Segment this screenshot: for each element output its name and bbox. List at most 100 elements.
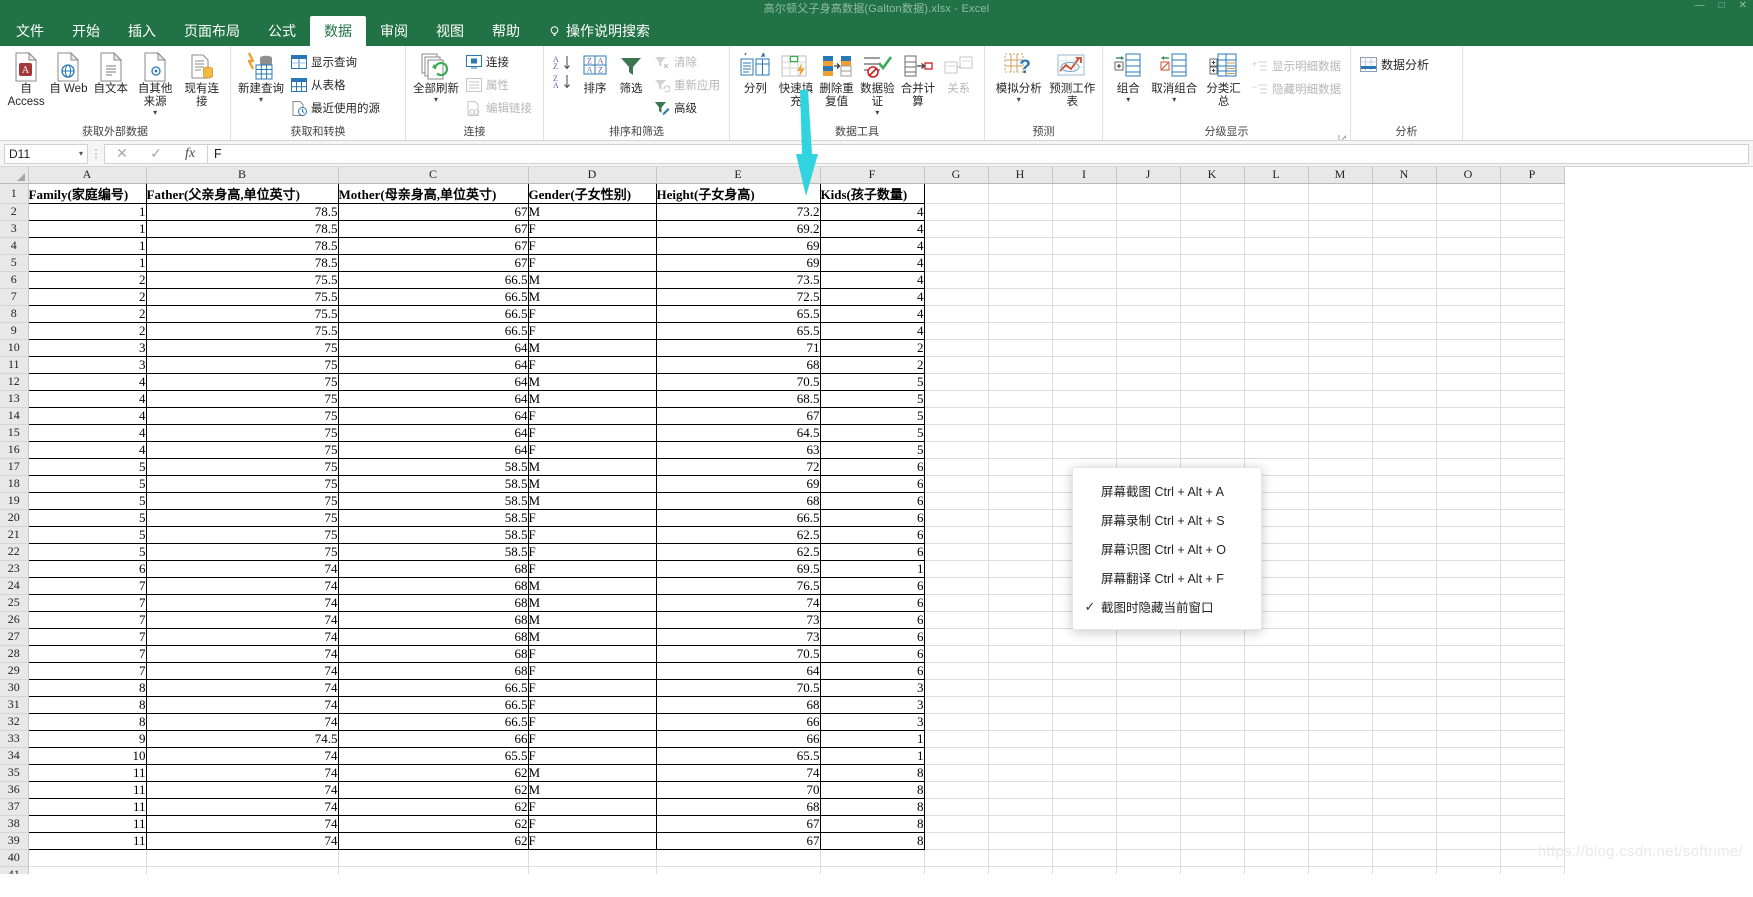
tab-data[interactable]: 数据	[310, 16, 366, 46]
cell-empty[interactable]	[924, 339, 989, 357]
cell-empty[interactable]	[924, 560, 989, 578]
cell-B20[interactable]: 75	[146, 508, 339, 527]
cell-E13[interactable]: 68.5	[656, 389, 821, 408]
chevron-down-icon[interactable]: ▾	[79, 149, 83, 158]
cell-E39[interactable]: 67	[656, 831, 821, 850]
cell-A19[interactable]: 5	[28, 491, 147, 510]
cell-F19[interactable]: 6	[820, 491, 925, 510]
cell-empty[interactable]	[1180, 424, 1245, 442]
cell-empty[interactable]	[1500, 390, 1565, 408]
cell-empty[interactable]	[1500, 373, 1565, 391]
cell-E35[interactable]: 74	[656, 763, 821, 782]
cell-D34[interactable]: F	[528, 746, 657, 765]
cell-D27[interactable]: M	[528, 627, 657, 646]
cell-empty[interactable]	[1372, 866, 1437, 874]
cell-E14[interactable]: 67	[656, 406, 821, 425]
cell-empty[interactable]	[988, 509, 1053, 527]
cell-empty[interactable]	[1436, 373, 1501, 391]
cell-E29[interactable]: 64	[656, 661, 821, 680]
sort-ascending-button[interactable]: AZ	[550, 53, 576, 71]
cell-empty[interactable]	[1180, 781, 1245, 799]
cell-empty[interactable]	[1052, 322, 1117, 340]
cell-B39[interactable]: 74	[146, 831, 339, 850]
cell-A28[interactable]: 7	[28, 644, 147, 663]
cell-C31[interactable]: 66.5	[338, 695, 529, 714]
cell-empty[interactable]	[988, 183, 1053, 204]
cell-C5[interactable]: 67	[338, 253, 529, 272]
cell-empty[interactable]	[1116, 183, 1181, 204]
cell-D6[interactable]: M	[528, 270, 657, 289]
cell-F23[interactable]: 1	[820, 559, 925, 578]
cell-empty[interactable]	[1500, 798, 1565, 816]
cell-empty[interactable]	[1436, 866, 1501, 874]
cell-empty[interactable]	[1500, 441, 1565, 459]
from-table-button[interactable]: 从表格	[287, 74, 383, 96]
cell-D22[interactable]: F	[528, 542, 657, 561]
cell-D29[interactable]: F	[528, 661, 657, 680]
cell-B31[interactable]: 74	[146, 695, 339, 714]
cell-D11[interactable]: F	[528, 355, 657, 374]
cell-empty[interactable]	[1372, 594, 1437, 612]
cell-empty[interactable]	[924, 645, 989, 663]
cell-empty[interactable]	[1436, 356, 1501, 374]
cell-empty[interactable]	[1116, 271, 1181, 289]
cell-D16[interactable]: F	[528, 440, 657, 459]
cell-empty[interactable]	[1372, 356, 1437, 374]
cell-empty[interactable]	[924, 492, 989, 510]
cell-empty[interactable]	[924, 271, 989, 289]
row-header-33[interactable]: 33	[0, 730, 29, 748]
cell-empty[interactable]	[1372, 798, 1437, 816]
cell-empty[interactable]	[1180, 679, 1245, 697]
cell-empty[interactable]	[1372, 271, 1437, 289]
cell-empty[interactable]	[1180, 288, 1245, 306]
cell-F28[interactable]: 6	[820, 644, 925, 663]
cell-empty[interactable]	[1116, 662, 1181, 680]
cell-C20[interactable]: 58.5	[338, 508, 529, 527]
tab-insert[interactable]: 插入	[114, 16, 170, 46]
cell-empty[interactable]	[1500, 781, 1565, 799]
row-header-2[interactable]: 2	[0, 203, 29, 221]
ungroup-button[interactable]: 取消组合 ▾	[1149, 49, 1199, 104]
cell-empty[interactable]	[1436, 543, 1501, 561]
chevron-down-icon[interactable]: ▾	[259, 96, 263, 104]
cell-empty[interactable]	[1116, 849, 1181, 867]
cell-A14[interactable]: 4	[28, 406, 147, 425]
cell-empty[interactable]	[1244, 183, 1309, 204]
cell-A10[interactable]: 3	[28, 338, 147, 357]
cell-B29[interactable]: 74	[146, 661, 339, 680]
cell-empty[interactable]	[1436, 849, 1501, 867]
cell-empty[interactable]	[1500, 543, 1565, 561]
cell-C4[interactable]: 67	[338, 236, 529, 255]
cell-E5[interactable]: 69	[656, 253, 821, 272]
cell-empty[interactable]	[1180, 645, 1245, 663]
cell-D13[interactable]: M	[528, 389, 657, 408]
cell-empty[interactable]	[1308, 407, 1373, 425]
cell-B30[interactable]: 74	[146, 678, 339, 697]
column-header-e[interactable]: E	[656, 167, 821, 184]
tab-help[interactable]: 帮助	[478, 16, 534, 46]
cell-empty[interactable]	[1308, 424, 1373, 442]
cell-empty[interactable]	[1180, 730, 1245, 748]
cell-empty[interactable]	[528, 866, 657, 874]
cell-empty[interactable]	[1372, 645, 1437, 663]
cell-empty[interactable]	[1372, 560, 1437, 578]
cell-empty[interactable]	[988, 645, 1053, 663]
cell-empty[interactable]	[924, 237, 989, 255]
cell-empty[interactable]	[1308, 764, 1373, 782]
row-header-4[interactable]: 4	[0, 237, 29, 255]
cell-A25[interactable]: 7	[28, 593, 147, 612]
cell-empty[interactable]	[1372, 611, 1437, 629]
close-button[interactable]: ✕	[1739, 0, 1747, 11]
cell-D2[interactable]: M	[528, 202, 657, 221]
cell-empty[interactable]	[1244, 407, 1309, 425]
cell-empty[interactable]	[1308, 339, 1373, 357]
cell-empty[interactable]	[1180, 764, 1245, 782]
cell-empty[interactable]	[1500, 560, 1565, 578]
cell-empty[interactable]	[924, 322, 989, 340]
cell-empty[interactable]	[146, 849, 339, 867]
existing-connections-button[interactable]: 现有连接	[179, 49, 224, 109]
tab-formulas[interactable]: 公式	[254, 16, 310, 46]
cell-empty[interactable]	[1052, 390, 1117, 408]
cell-A2[interactable]: 1	[28, 202, 147, 221]
cell-empty[interactable]	[1180, 305, 1245, 323]
